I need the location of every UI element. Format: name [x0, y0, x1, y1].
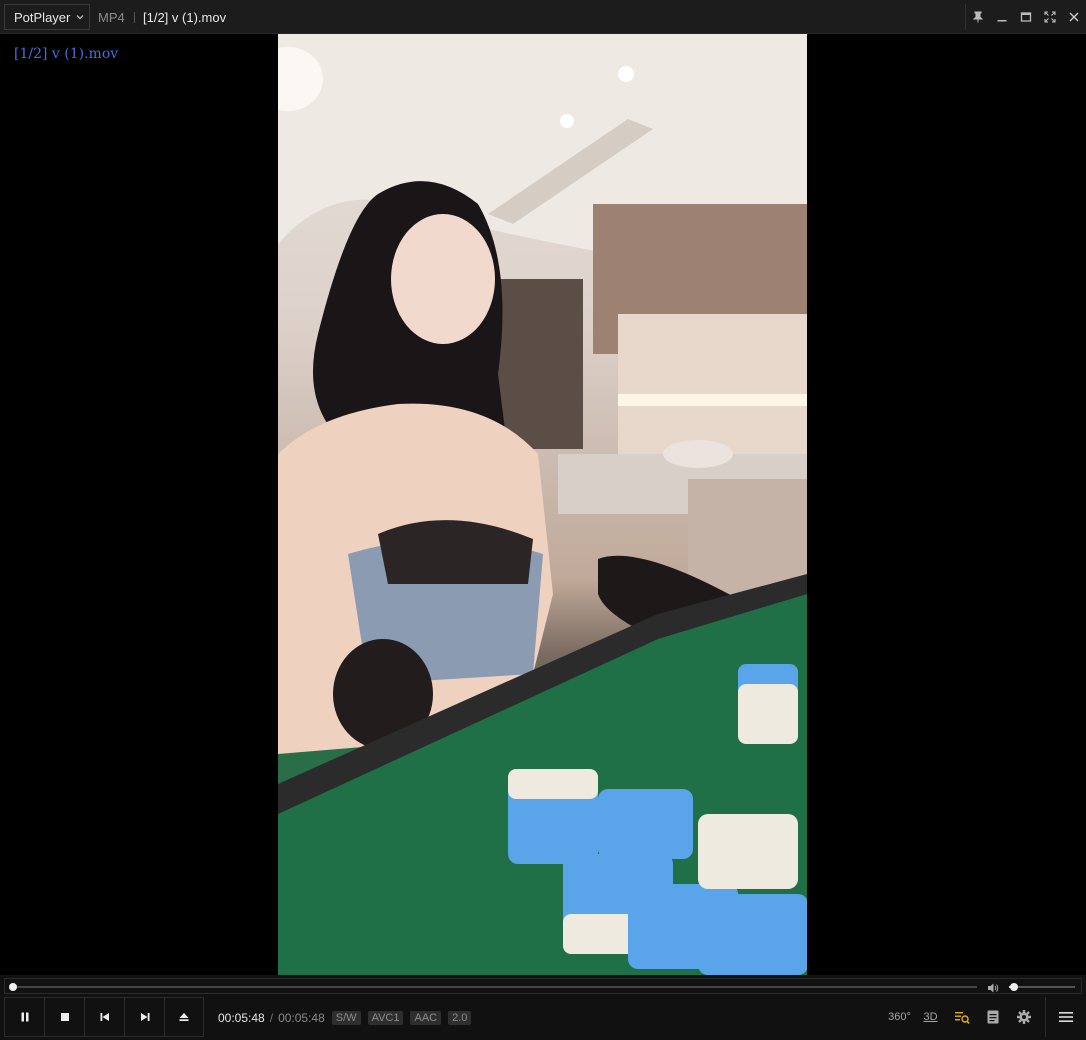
close-icon [1069, 12, 1079, 22]
3d-button[interactable]: 3D [915, 997, 946, 1037]
volume-icon[interactable] [987, 982, 999, 994]
subtitle-button[interactable] [977, 997, 1008, 1037]
open-file-button[interactable] [164, 997, 204, 1037]
volume-slider[interactable] [1009, 983, 1075, 991]
seek-handle[interactable] [9, 983, 17, 991]
pin-button[interactable] [966, 5, 990, 29]
hamburger-icon [1059, 1012, 1073, 1022]
stop-button[interactable] [44, 997, 84, 1037]
chevron-down-icon [76, 15, 84, 20]
gear-icon [1016, 1010, 1031, 1024]
title-separator [134, 12, 135, 23]
control-bar: 00:05:48 / 00:05:48 S/W AVC1 AAC 2.0 360… [0, 975, 1086, 1040]
next-button[interactable] [124, 997, 164, 1037]
maximize-icon [1020, 12, 1032, 22]
fullscreen-icon [1044, 11, 1056, 23]
pin-icon [972, 11, 984, 23]
window-controls [965, 4, 1086, 30]
seek-bar[interactable] [11, 986, 977, 988]
fullscreen-button[interactable] [1038, 5, 1062, 29]
maximize-button[interactable] [1014, 5, 1038, 29]
time-display: 00:05:48 / 00:05:48 S/W AVC1 AAC 2.0 [218, 1011, 472, 1025]
current-time: 00:05:48 [218, 1011, 265, 1025]
seek-area [4, 978, 1082, 994]
playlist-search-icon [954, 1012, 970, 1024]
document-icon [987, 1010, 998, 1024]
window-file-title: [1/2] v (1).mov [143, 10, 227, 25]
settings-button[interactable] [1008, 997, 1039, 1037]
format-label: MP4 [98, 10, 125, 25]
time-separator: / [269, 1011, 274, 1025]
badge-audio-channels[interactable]: 2.0 [448, 1011, 472, 1025]
video-frame[interactable] [278, 34, 807, 975]
main-menu-button[interactable] [1045, 997, 1086, 1037]
app-menu-button[interactable]: PotPlayer [4, 4, 90, 30]
pause-button[interactable] [4, 997, 44, 1037]
skip-previous-icon [100, 1013, 109, 1021]
previous-button[interactable] [84, 997, 124, 1037]
pause-icon [21, 1012, 28, 1022]
title-bar: PotPlayer MP4 [1/2] v (1).mov [0, 0, 1086, 34]
vr-360-button[interactable]: 360° [884, 997, 915, 1037]
eject-icon [179, 1013, 189, 1021]
video-scene [278, 34, 807, 975]
volume-handle[interactable] [1010, 983, 1019, 991]
minimize-button[interactable] [990, 5, 1014, 29]
app-name: PotPlayer [14, 9, 71, 25]
playback-buttons [4, 997, 204, 1037]
vr-360-label: 360° [888, 1011, 911, 1023]
close-button[interactable] [1062, 5, 1086, 29]
badge-decoder[interactable]: S/W [331, 1011, 361, 1025]
3d-label: 3D [923, 1011, 938, 1023]
badge-video-codec[interactable]: AVC1 [367, 1011, 404, 1025]
minimize-icon [997, 20, 1007, 22]
skip-next-icon [140, 1013, 149, 1021]
total-time: 00:05:48 [278, 1011, 325, 1025]
playlist-search-button[interactable] [946, 997, 977, 1037]
right-controls: 360° 3D [884, 997, 1086, 1037]
badge-audio-codec[interactable]: AAC [410, 1011, 442, 1025]
stop-icon [60, 1013, 69, 1021]
osd-filename: [1/2] v (1).mov [14, 46, 119, 62]
